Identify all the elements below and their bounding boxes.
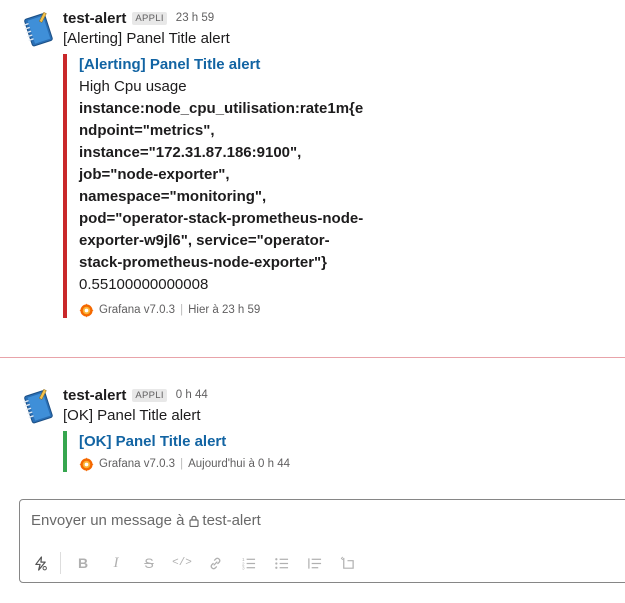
- strikethrough-icon[interactable]: S: [139, 553, 159, 573]
- lock-icon: [189, 515, 200, 527]
- footer-separator: |: [180, 304, 184, 316]
- alert-value: 0.55100000000008: [79, 276, 209, 293]
- shortcuts-icon[interactable]: [30, 553, 50, 573]
- grafana-logo-icon: [79, 302, 94, 318]
- attachment-footer: Grafana v7.0.3 | Aujourd'hui à 0 h 44: [79, 456, 290, 472]
- footer-separator: |: [180, 458, 184, 470]
- footer-time[interactable]: Aujourd'hui à 0 h 44: [188, 458, 290, 470]
- new-messages-divider: [0, 357, 625, 358]
- app-badge: APPLI: [132, 11, 167, 25]
- message-text: [OK] Panel Title alert: [63, 407, 201, 424]
- alert-metric: instance:node_cpu_utilisation:rate1m{end…: [79, 100, 364, 271]
- attachment-body: High Cpu usage instance:node_cpu_utilisa…: [79, 76, 369, 296]
- sender-name[interactable]: test-alert: [63, 10, 126, 27]
- timestamp[interactable]: 0 h 44: [176, 389, 208, 401]
- attachment-footer: Grafana v7.0.3 | Hier à 23 h 59: [79, 302, 369, 318]
- attachment-title-link[interactable]: [Alerting] Panel Title alert: [79, 54, 369, 76]
- formatting-toolbar: B I S </> 123: [30, 551, 370, 575]
- ok-attachment: [OK] Panel Title alert Grafana v7.0.3 | …: [63, 431, 290, 472]
- attachment-title-link[interactable]: [OK] Panel Title alert: [79, 431, 290, 453]
- message-header: test-alert APPLI 23 h 59: [63, 9, 214, 27]
- message-text: [Alerting] Panel Title alert: [63, 30, 230, 47]
- bot-avatar-notebook-icon[interactable]: [20, 389, 56, 425]
- svg-text:3: 3: [241, 565, 244, 570]
- alert-description: High Cpu usage: [79, 78, 187, 95]
- footer-source: Grafana v7.0.3: [99, 458, 176, 470]
- footer-source: Grafana v7.0.3: [99, 304, 176, 316]
- code-block-icon[interactable]: [337, 553, 357, 573]
- toolbar-separator: [60, 552, 61, 574]
- grafana-logo-icon: [79, 456, 94, 472]
- bulleted-list-icon[interactable]: [271, 553, 291, 573]
- italic-icon[interactable]: I: [106, 553, 126, 573]
- timestamp[interactable]: 23 h 59: [176, 12, 214, 24]
- blockquote-icon[interactable]: [304, 553, 324, 573]
- ordered-list-icon[interactable]: 123: [238, 553, 258, 573]
- code-icon[interactable]: </>: [172, 553, 192, 573]
- link-icon[interactable]: [205, 553, 225, 573]
- message-header: test-alert APPLI 0 h 44: [63, 386, 208, 404]
- composer-placeholder[interactable]: Envoyer un message à test-alert: [31, 512, 261, 529]
- sender-name[interactable]: test-alert: [63, 387, 126, 404]
- channel-name: test-alert: [202, 512, 261, 529]
- app-badge: APPLI: [132, 388, 167, 402]
- message-composer[interactable]: Envoyer un message à test-alert B I S </…: [19, 499, 625, 583]
- alert-attachment: [Alerting] Panel Title alert High Cpu us…: [63, 54, 369, 318]
- bold-icon[interactable]: B: [73, 553, 93, 573]
- footer-time[interactable]: Hier à 23 h 59: [188, 304, 260, 316]
- placeholder-prefix: Envoyer un message à: [31, 512, 185, 529]
- bot-avatar-notebook-icon[interactable]: [20, 12, 56, 48]
